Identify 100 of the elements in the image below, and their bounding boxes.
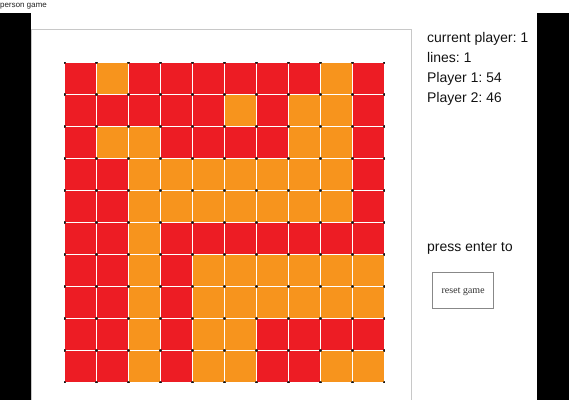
box[interactable] (129, 63, 160, 94)
box[interactable] (353, 287, 384, 318)
box[interactable] (225, 287, 256, 318)
box[interactable] (65, 63, 96, 94)
box[interactable] (129, 159, 160, 190)
box[interactable] (289, 127, 320, 158)
box[interactable] (353, 63, 384, 94)
box[interactable] (289, 287, 320, 318)
box[interactable] (353, 191, 384, 222)
box[interactable] (193, 351, 224, 382)
box[interactable] (193, 255, 224, 286)
box[interactable] (129, 223, 160, 254)
box[interactable] (161, 95, 192, 126)
box[interactable] (321, 319, 352, 350)
box[interactable] (257, 63, 288, 94)
box[interactable] (321, 223, 352, 254)
box[interactable] (353, 223, 384, 254)
box[interactable] (225, 127, 256, 158)
box[interactable] (193, 191, 224, 222)
box[interactable] (97, 191, 128, 222)
box[interactable] (129, 351, 160, 382)
box[interactable] (65, 191, 96, 222)
box[interactable] (289, 255, 320, 286)
box[interactable] (225, 255, 256, 286)
box[interactable] (321, 159, 352, 190)
reset-button[interactable]: reset game (432, 272, 494, 309)
box[interactable] (353, 127, 384, 158)
box[interactable] (161, 191, 192, 222)
box[interactable] (225, 191, 256, 222)
box[interactable] (129, 287, 160, 318)
box[interactable] (129, 95, 160, 126)
box[interactable] (193, 223, 224, 254)
box[interactable] (65, 95, 96, 126)
box[interactable] (161, 351, 192, 382)
box[interactable] (289, 319, 320, 350)
box[interactable] (193, 95, 224, 126)
box[interactable] (321, 95, 352, 126)
box[interactable] (225, 223, 256, 254)
box[interactable] (289, 95, 320, 126)
box[interactable] (161, 223, 192, 254)
box[interactable] (321, 255, 352, 286)
box[interactable] (129, 255, 160, 286)
box[interactable] (65, 159, 96, 190)
box[interactable] (65, 287, 96, 318)
box[interactable] (97, 63, 128, 94)
box[interactable] (289, 159, 320, 190)
box[interactable] (193, 287, 224, 318)
box[interactable] (129, 127, 160, 158)
box[interactable] (129, 319, 160, 350)
box[interactable] (161, 127, 192, 158)
box[interactable] (97, 223, 128, 254)
box[interactable] (97, 127, 128, 158)
box[interactable] (97, 255, 128, 286)
box[interactable] (161, 63, 192, 94)
box[interactable] (321, 287, 352, 318)
box[interactable] (257, 95, 288, 126)
box[interactable] (321, 127, 352, 158)
box[interactable] (97, 351, 128, 382)
box[interactable] (65, 351, 96, 382)
box[interactable] (257, 351, 288, 382)
box[interactable] (257, 255, 288, 286)
box[interactable] (129, 191, 160, 222)
box[interactable] (97, 287, 128, 318)
box[interactable] (321, 191, 352, 222)
box[interactable] (257, 159, 288, 190)
box[interactable] (225, 351, 256, 382)
box[interactable] (161, 159, 192, 190)
box[interactable] (257, 287, 288, 318)
box[interactable] (289, 63, 320, 94)
box[interactable] (353, 319, 384, 350)
box[interactable] (289, 351, 320, 382)
box[interactable] (97, 159, 128, 190)
box[interactable] (65, 255, 96, 286)
box[interactable] (225, 159, 256, 190)
box[interactable] (161, 255, 192, 286)
box[interactable] (353, 255, 384, 286)
box[interactable] (257, 127, 288, 158)
box[interactable] (193, 63, 224, 94)
box[interactable] (225, 95, 256, 126)
box[interactable] (321, 351, 352, 382)
box[interactable] (225, 63, 256, 94)
box[interactable] (353, 159, 384, 190)
box[interactable] (65, 127, 96, 158)
box[interactable] (193, 319, 224, 350)
box[interactable] (257, 319, 288, 350)
box[interactable] (289, 223, 320, 254)
box[interactable] (225, 319, 256, 350)
box[interactable] (193, 127, 224, 158)
box[interactable] (65, 319, 96, 350)
box[interactable] (321, 63, 352, 94)
box[interactable] (257, 223, 288, 254)
box[interactable] (97, 319, 128, 350)
box[interactable] (257, 191, 288, 222)
box[interactable] (289, 191, 320, 222)
box[interactable] (353, 95, 384, 126)
box[interactable] (353, 351, 384, 382)
box[interactable] (97, 95, 128, 126)
box[interactable] (65, 223, 96, 254)
box[interactable] (161, 287, 192, 318)
box[interactable] (193, 159, 224, 190)
